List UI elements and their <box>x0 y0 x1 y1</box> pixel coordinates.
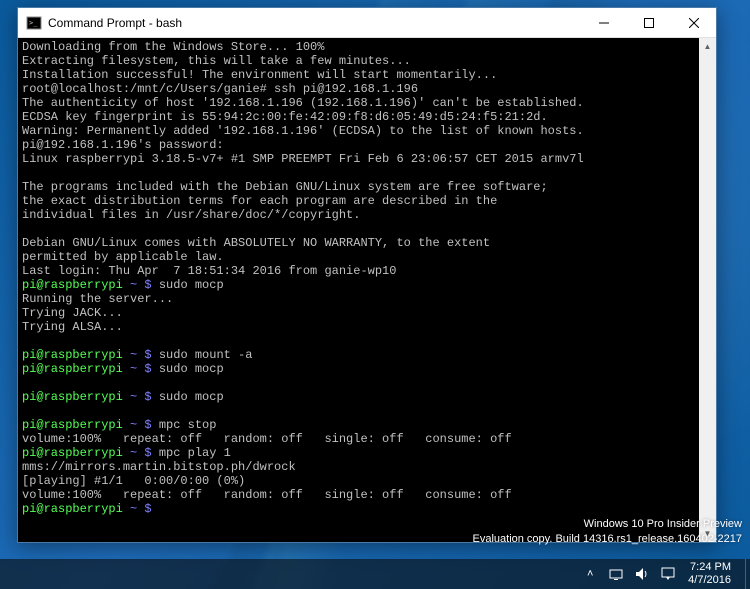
titlebar[interactable]: >_ Command Prompt - bash <box>18 8 716 38</box>
terminal-output: Downloading from the Windows Store... 10… <box>22 40 716 516</box>
volume-icon[interactable] <box>634 566 650 582</box>
scroll-track[interactable] <box>699 55 716 525</box>
window-title: Command Prompt - bash <box>48 16 581 30</box>
maximize-button[interactable] <box>626 8 671 37</box>
action-center-icon[interactable] <box>660 566 676 582</box>
svg-text:>_: >_ <box>29 19 38 27</box>
watermark-line1: Windows 10 Pro Insider Preview <box>473 517 743 532</box>
watermark-line2: Evaluation copy. Build 14316.rs1_release… <box>473 532 743 547</box>
app-icon: >_ <box>26 15 42 31</box>
clock-date: 4/7/2016 <box>688 574 731 587</box>
scrollbar[interactable]: ▲ ▼ <box>699 38 716 542</box>
terminal-area[interactable]: Downloading from the Windows Store... 10… <box>18 38 716 542</box>
clock-time: 7:24 PM <box>688 561 731 574</box>
network-icon[interactable] <box>608 566 624 582</box>
close-button[interactable] <box>671 8 716 37</box>
command-prompt-window: >_ Command Prompt - bash Downloading fro… <box>17 7 717 543</box>
minimize-button[interactable] <box>581 8 626 37</box>
scroll-up-button[interactable]: ▲ <box>699 38 716 55</box>
clock[interactable]: 7:24 PM 4/7/2016 <box>686 561 737 587</box>
taskbar[interactable]: ˄ 7:24 PM 4/7/2016 <box>0 559 750 589</box>
show-desktop-button[interactable] <box>745 559 750 589</box>
watermark: Windows 10 Pro Insider Preview Evaluatio… <box>473 517 743 547</box>
system-tray: ˄ 7:24 PM 4/7/2016 <box>574 559 745 589</box>
tray-overflow-chevron-icon[interactable]: ˄ <box>582 566 598 582</box>
